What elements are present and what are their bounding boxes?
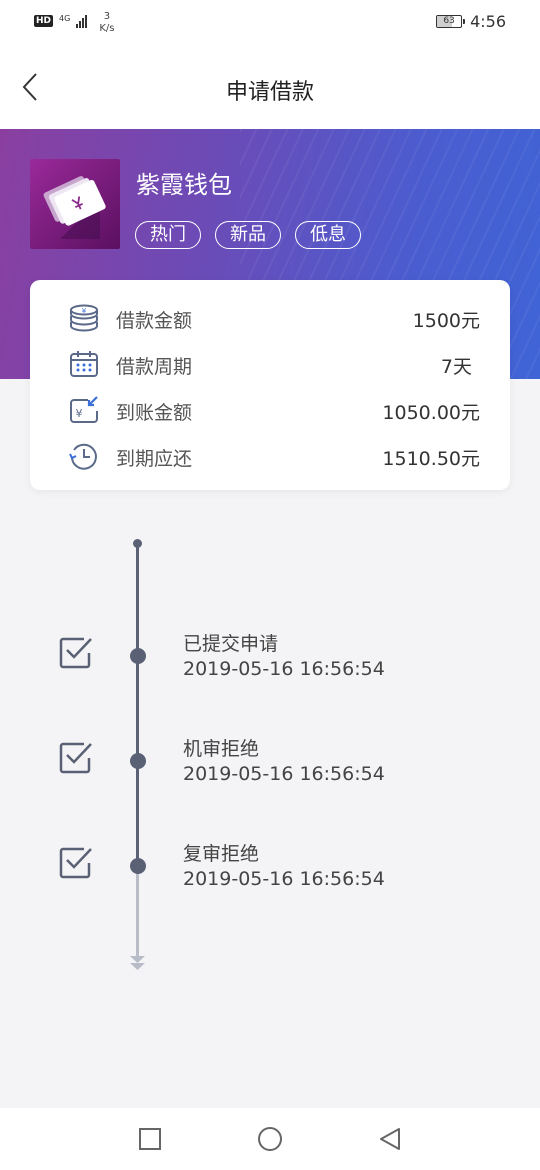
timeline-dot xyxy=(130,858,146,874)
info-row-received: ¥ 到账金额 1050.00元 xyxy=(30,387,510,433)
status-right: 63 4:56 xyxy=(436,12,506,31)
recent-apps-icon[interactable] xyxy=(137,1126,163,1152)
back-triangle-icon[interactable] xyxy=(377,1126,403,1152)
speed-value: 3 xyxy=(103,11,111,22)
calendar-icon xyxy=(70,351,98,377)
timeline-step-auto-rejected: 机审拒绝 2019-05-16 16:56:54 xyxy=(0,738,540,816)
nav-bar: 申请借款 xyxy=(0,48,540,130)
yen-receive-icon: ¥ xyxy=(70,396,98,423)
step-title: 复审拒绝 xyxy=(183,843,260,865)
info-label: 到账金额 xyxy=(116,402,193,424)
tag-low-interest: 低息 xyxy=(295,221,361,249)
clock: 4:56 xyxy=(470,12,506,31)
wallet-icon xyxy=(43,176,106,239)
info-value: 7天 xyxy=(440,356,472,378)
info-label: 借款周期 xyxy=(116,356,193,378)
svg-text:¥: ¥ xyxy=(82,307,87,315)
page-title: 申请借款 xyxy=(225,80,314,105)
checkbox-checked-icon xyxy=(59,742,92,774)
info-row-amount: ¥ 借款金额 1500元 xyxy=(30,295,510,341)
system-nav-bar xyxy=(0,1108,540,1170)
timeline-dot xyxy=(130,753,146,769)
svg-text:¥: ¥ xyxy=(76,407,83,420)
tag-new: 新品 xyxy=(215,221,281,249)
step-title: 机审拒绝 xyxy=(183,738,260,760)
network-speed: 3 K/s xyxy=(99,11,114,35)
product-name: 紫霞钱包 xyxy=(136,171,232,199)
battery-level: 63 xyxy=(443,16,455,26)
checkbox-checked-icon xyxy=(59,847,92,879)
signal-icon xyxy=(76,14,88,28)
network-type: 4G xyxy=(59,14,71,23)
tag-hot: 热门 xyxy=(135,221,201,249)
step-time: 2019-05-16 16:56:54 xyxy=(183,868,385,890)
hd-badge: HD xyxy=(34,15,54,27)
info-label: 借款金额 xyxy=(116,310,193,332)
info-row-period: 借款周期 7天 xyxy=(30,341,510,387)
home-icon[interactable] xyxy=(257,1126,283,1152)
info-row-due: 到期应还 1510.50元 xyxy=(30,433,510,479)
battery-icon: 63 xyxy=(436,15,466,28)
app-logo xyxy=(30,159,120,249)
checkbox-checked-icon xyxy=(59,637,92,669)
step-title: 已提交申请 xyxy=(183,633,279,655)
status-left: HD 4G 3 K/s xyxy=(34,11,114,35)
timeline-dot xyxy=(130,648,146,664)
info-value: 1500元 xyxy=(412,310,480,332)
info-value: 1050.00元 xyxy=(382,402,480,424)
coins-icon: ¥ xyxy=(70,304,98,332)
loan-info-card: ¥ 借款金额 1500元 借款周期 7天 ¥ 到账金额 1050.00元 到期应… xyxy=(30,280,510,490)
product-tags: 热门 新品 低息 xyxy=(135,221,361,249)
timeline-step-review-rejected: 复审拒绝 2019-05-16 16:56:54 xyxy=(0,843,540,921)
clock-return-icon xyxy=(69,443,97,470)
timeline-step-submitted: 已提交申请 2019-05-16 16:56:54 xyxy=(0,633,540,711)
speed-unit: K/s xyxy=(99,23,115,34)
chevron-double-down-icon xyxy=(130,956,145,970)
step-time: 2019-05-16 16:56:54 xyxy=(183,658,385,680)
step-time: 2019-05-16 16:56:54 xyxy=(183,763,385,785)
status-bar: HD 4G 3 K/s 63 4:56 xyxy=(0,0,540,48)
info-value: 1510.50元 xyxy=(382,448,480,470)
info-label: 到期应还 xyxy=(116,448,193,470)
